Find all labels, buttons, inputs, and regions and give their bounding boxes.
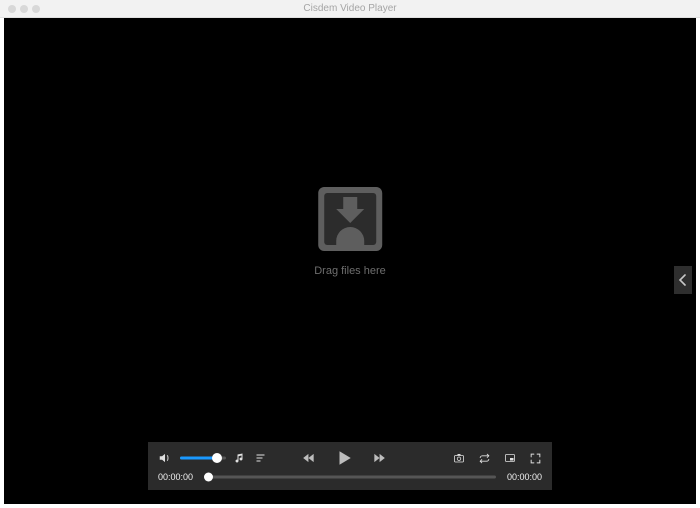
current-time: 00:00:00 [158,472,198,482]
video-area[interactable]: Drag files here [4,18,696,504]
progress-thumb[interactable] [204,473,213,482]
next-icon [371,451,387,465]
fullscreen-button[interactable] [529,452,542,465]
pip-icon [503,452,517,464]
music-icon [234,452,246,464]
window-title: Cisdem Video Player [0,3,700,14]
snapshot-button[interactable] [452,452,466,464]
total-time: 00:00:00 [502,472,542,482]
control-bar: 00:00:00 00:00:00 [148,442,552,490]
zoom-window-button[interactable] [32,5,40,13]
play-button[interactable] [335,448,353,468]
previous-icon [301,451,317,465]
window-controls [0,5,40,13]
close-window-button[interactable] [8,5,16,13]
drop-label: Drag files here [314,265,386,277]
minimize-window-button[interactable] [20,5,28,13]
snapshot-icon [452,452,466,464]
audio-track-button[interactable] [234,452,246,464]
playlist-icon [254,452,268,464]
loop-icon [478,452,491,465]
chevron-left-icon [678,274,688,286]
import-icon [318,187,382,251]
play-icon [335,448,353,468]
volume-button[interactable] [158,451,172,465]
fullscreen-icon [529,452,542,465]
titlebar: Cisdem Video Player [0,0,700,18]
next-button[interactable] [371,451,387,465]
volume-slider[interactable] [180,452,226,464]
loop-button[interactable] [478,452,491,465]
previous-button[interactable] [301,451,317,465]
volume-icon [158,451,172,465]
volume-thumb[interactable] [212,453,222,463]
progress-slider[interactable] [204,472,496,482]
playlist-button[interactable] [254,452,268,464]
drop-zone[interactable]: Drag files here [314,187,386,277]
app-window: Cisdem Video Player Drag files here [0,0,700,508]
pip-button[interactable] [503,452,517,464]
side-panel-toggle[interactable] [674,266,692,294]
